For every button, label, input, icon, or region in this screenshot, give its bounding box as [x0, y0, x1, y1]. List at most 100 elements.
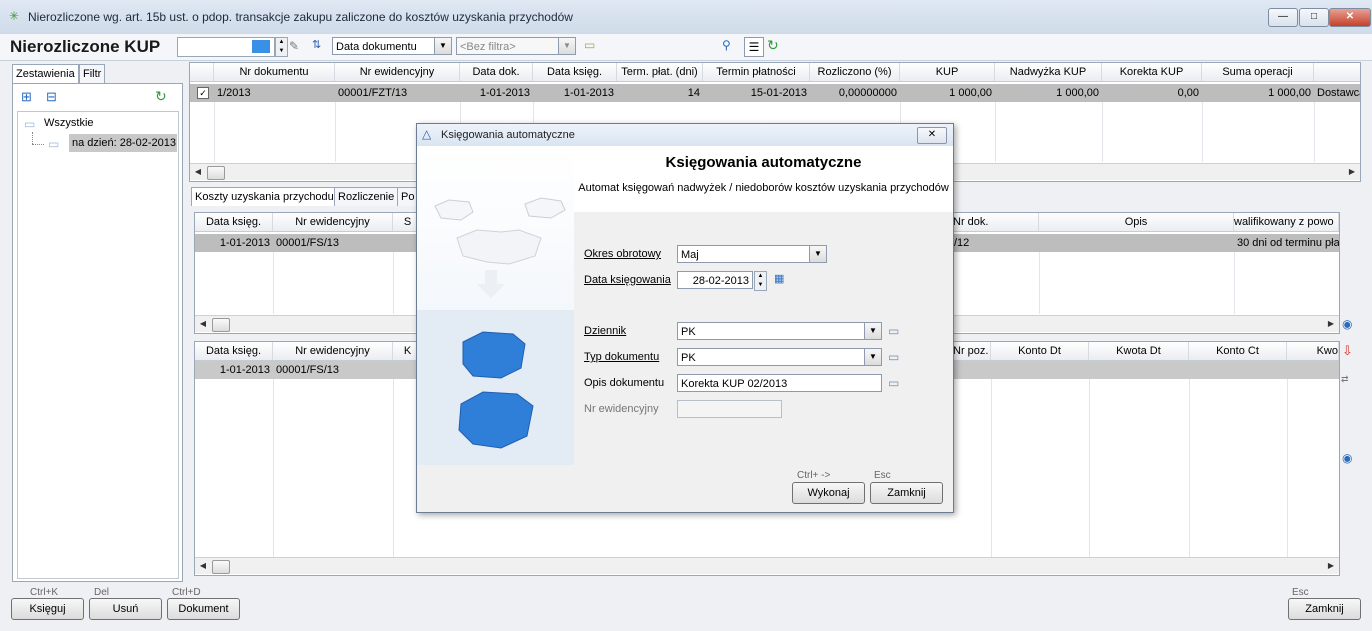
scroll-right-icon[interactable]: ▶ [1323, 316, 1339, 332]
view-icon[interactable]: ◉ [1342, 317, 1352, 331]
scroll-left-icon[interactable]: ◀ [195, 558, 211, 574]
col-data-ksieg[interactable]: Data księg. [533, 63, 617, 81]
col-rozliczono[interactable]: Rozliczono (%) [810, 63, 900, 81]
scroll-right-icon[interactable]: ▶ [1344, 164, 1360, 180]
gray-hex-shape [524, 197, 566, 219]
link-icon[interactable]: ⚲ [722, 38, 731, 52]
date-spinner[interactable]: ▲ ▼ [275, 37, 288, 57]
tree-view: ▭ Wszystkie ▭ na dzień: 28-02-2013 [17, 111, 179, 579]
row-checkbox[interactable]: ✓ [194, 84, 212, 102]
filter-placeholder: <Bez filtra> [460, 41, 516, 53]
tree-node-selected[interactable]: na dzień: 28-02-2013 [69, 134, 177, 152]
col-konto-dt[interactable]: Konto Dt [991, 342, 1089, 360]
cell-data-ksieg: 1-01-2013 [219, 364, 270, 376]
col-kwota-ct[interactable]: Kwo [1287, 342, 1339, 360]
sort-az-icon[interactable]: ⇅ [312, 38, 321, 51]
wykonaj-button[interactable]: Wykonaj [792, 482, 865, 504]
date-picker-field[interactable] [177, 37, 275, 57]
folder-icon[interactable]: ▭ [584, 38, 595, 52]
scroll-right-icon[interactable]: ▶ [1323, 558, 1339, 574]
shortcut-hint: Ctrl+ -> [797, 470, 831, 481]
minimize-button[interactable]: — [1268, 8, 1298, 27]
scroll-left-icon[interactable]: ◀ [195, 316, 211, 332]
col-korekta-kup[interactable]: Korekta KUP [1102, 63, 1202, 81]
col-termin-platnosci[interactable]: Termin płatności [703, 63, 810, 81]
folder-icon[interactable]: ▭ [888, 350, 899, 364]
col-nr-ewidencyjny[interactable]: Nr ewidencyjny [273, 213, 393, 231]
col-term-plat[interactable]: Term. płat. (dni) [617, 63, 703, 81]
dziennik-select[interactable]: PK ▼ [677, 322, 882, 340]
tab-rozliczenie[interactable]: Rozliczenie [334, 187, 399, 206]
tree-node-root[interactable]: Wszystkie [44, 117, 94, 129]
col-konto-ct[interactable]: Konto Ct [1189, 342, 1287, 360]
cell-opis [1039, 234, 1234, 252]
scroll-thumb[interactable] [207, 166, 225, 180]
col-nr-poz[interactable]: Nr poz. [951, 342, 991, 360]
calendar-icon[interactable]: ▦ [774, 272, 784, 285]
cell-korekta-kup: 0,00 [1177, 87, 1199, 99]
col-kup[interactable]: KUP [900, 63, 995, 81]
dialog-title: Księgowania automatyczne [441, 129, 575, 141]
dialog-illustration [417, 146, 574, 465]
tab-koszty[interactable]: Koszty uzyskania przychodu [191, 187, 338, 206]
col-nr-ewidencyjny[interactable]: Nr ewidencyjny [335, 63, 460, 81]
view-icon[interactable]: ◉ [1342, 451, 1352, 465]
pencil-icon[interactable]: ✎ [289, 39, 299, 53]
tab-filtr[interactable]: Filtr [79, 64, 106, 83]
col-nadwyzka-kup[interactable]: Nadwyżka KUP [995, 63, 1102, 81]
cell-suma-operacji: 1 000,00 [1268, 87, 1311, 99]
dokument-button[interactable]: Dokument [167, 598, 240, 620]
folder-icon[interactable]: ▭ [888, 324, 899, 338]
tab-zestawienia[interactable]: Zestawienia [12, 64, 79, 83]
date-spinner[interactable]: ▲ ▼ [754, 271, 767, 291]
close-icon[interactable]: ✕ [917, 127, 947, 144]
date-picker-highlight [252, 40, 270, 53]
col-opis[interactable]: Opis [1039, 213, 1234, 231]
data-ksiegowania-input[interactable]: 28-02-2013 [677, 271, 753, 289]
shortcut-hint: Esc [874, 470, 891, 481]
scroll-thumb[interactable] [212, 318, 230, 332]
okres-select[interactable]: Maj ▼ [677, 245, 827, 263]
nr-ewidencyjny-input[interactable] [677, 400, 782, 418]
dialog-zamknij-button[interactable]: Zamknij [870, 482, 943, 504]
col-kwota-dt[interactable]: Kwota Dt [1089, 342, 1189, 360]
add-node-icon[interactable]: ⊞ [21, 89, 32, 105]
col-nr-ewidencyjny[interactable]: Nr ewidencyjny [273, 342, 393, 360]
col-data-dok[interactable]: Data dok. [460, 63, 533, 81]
grid-view-icon[interactable]: ☰ [744, 37, 764, 57]
ksieguj-button[interactable]: Księguj [11, 598, 84, 620]
filter-select[interactable]: <Bez filtra> ▼ [456, 37, 576, 55]
horizontal-scrollbar[interactable]: ◀ ▶ [195, 557, 1339, 574]
col-data-ksieg[interactable]: Data księg. [195, 342, 273, 360]
arrow-down-icon[interactable]: ⇩ [1342, 343, 1353, 359]
grid-line [991, 379, 992, 557]
opis-dokumentu-input[interactable]: Korekta KUP 02/2013 [677, 374, 882, 392]
scroll-left-icon[interactable]: ◀ [190, 164, 206, 180]
gray-hex-shape [456, 229, 542, 265]
folder-icon: ▭ [48, 137, 60, 151]
zamknij-button[interactable]: Zamknij [1288, 598, 1361, 620]
col-nr-dokumentu[interactable]: Nr dokumentu [214, 63, 335, 81]
shortcut-hint: Ctrl+D [172, 587, 201, 598]
refresh-icon[interactable]: ↻ [767, 37, 779, 54]
automatic-postings-dialog: △ Księgowania automatyczne ✕ Księgowania… [416, 123, 954, 513]
refresh-icon[interactable]: ↻ [155, 88, 167, 105]
dialog-subheading: Automat księgowań nadwyżek / niedoborów … [578, 182, 949, 194]
usun-button[interactable]: Usuń [89, 598, 162, 620]
close-window-button[interactable]: ✕ [1329, 8, 1371, 27]
folder-icon[interactable]: ▭ [888, 376, 899, 390]
delete-node-icon[interactable]: ⊟ [46, 89, 57, 105]
col-suma-operacji[interactable]: Suma operacji [1202, 63, 1314, 81]
table-row[interactable]: ✓ 1/2013 00001/FZT/13 1-01-2013 1-01-201… [190, 84, 1360, 102]
col-kwalifikowany[interactable]: walifikowany z powo [1234, 213, 1339, 231]
sort-select[interactable]: Data dokumentu ▼ [332, 37, 452, 55]
col-data-ksieg[interactable]: Data księg. [195, 213, 273, 231]
swap-icon[interactable]: ⇄ [1341, 374, 1349, 385]
typ-dokumentu-value: PK [681, 352, 696, 364]
typ-dokumentu-select[interactable]: PK ▼ [677, 348, 882, 366]
col-nr-dok[interactable]: Nr dok. [951, 213, 1039, 231]
scroll-thumb[interactable] [212, 560, 230, 574]
maximize-button[interactable]: □ [1299, 8, 1329, 27]
opis-dokumentu-value: Korekta KUP 02/2013 [681, 378, 788, 390]
chevron-down-icon: ▼ [864, 349, 881, 365]
